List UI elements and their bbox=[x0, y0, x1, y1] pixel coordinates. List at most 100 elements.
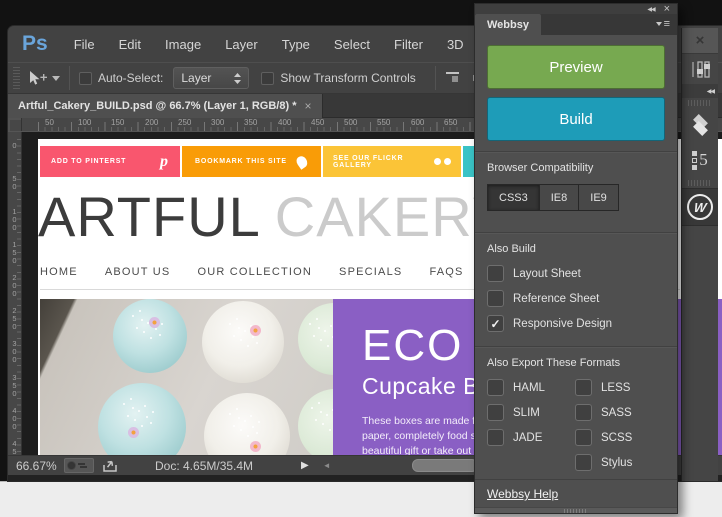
ruler-number: 550 bbox=[377, 118, 390, 127]
also-export-label: Also Export These Formats bbox=[487, 357, 665, 369]
ruler-number: 200 bbox=[145, 118, 158, 127]
menu-3d[interactable]: 3D bbox=[447, 37, 464, 52]
horizontal-scrollbar-thumb[interactable] bbox=[412, 459, 478, 472]
ie8-button[interactable]: IE8 bbox=[539, 184, 580, 211]
show-transform-label: Show Transform Controls bbox=[280, 71, 415, 85]
menu-type[interactable]: Type bbox=[282, 37, 310, 52]
document-tab-title: Artful_Cakery_BUILD.psd @ 66.7% (Layer 1… bbox=[18, 100, 296, 112]
ruler-number: 350 bbox=[10, 373, 19, 397]
updown-arrows-icon bbox=[234, 73, 241, 84]
haml-checkbox[interactable] bbox=[487, 379, 504, 396]
menu-layer[interactable]: Layer bbox=[225, 37, 258, 52]
status-play-icon[interactable]: ▶ bbox=[301, 460, 309, 471]
cupcake-photo bbox=[40, 299, 333, 455]
ruler-number: 150 bbox=[111, 118, 124, 127]
flickr-ribbon-button[interactable]: SEE OUR FLICKR GALLERY bbox=[323, 146, 461, 177]
webbsy-help-link[interactable]: Webbsy Help bbox=[487, 487, 558, 501]
auto-select-checkbox[interactable] bbox=[79, 72, 92, 85]
slim-checkbox[interactable] bbox=[487, 404, 504, 421]
bookmark-ribbon-button[interactable]: BOOKMARK THIS SITE bbox=[182, 146, 321, 177]
ribbon-label: ADD TO PINTERST bbox=[51, 158, 126, 165]
jade-checkbox[interactable] bbox=[487, 429, 504, 446]
zoom-level-field[interactable]: 66.67% bbox=[16, 459, 64, 473]
heading-artful: ARTFUL bbox=[38, 185, 261, 248]
menu-image[interactable]: Image bbox=[165, 37, 201, 52]
preview-button[interactable]: Preview bbox=[487, 45, 665, 89]
build-button[interactable]: Build bbox=[487, 97, 665, 141]
tool-preset-caret-icon[interactable] bbox=[52, 76, 60, 81]
flickr-dots-icon bbox=[434, 158, 451, 165]
cupcake-green bbox=[298, 303, 333, 375]
photoshop-logo: Ps bbox=[22, 32, 48, 56]
collapse-panels-icon[interactable]: ◀◀ bbox=[682, 84, 718, 98]
document-size-readout[interactable]: Doc: 4.65M/35.4M bbox=[155, 459, 253, 473]
menu-filter[interactable]: Filter bbox=[394, 37, 423, 52]
reference-sheet-checkbox[interactable] bbox=[487, 290, 504, 307]
panel-menu-icon[interactable]: ≡ bbox=[656, 19, 670, 29]
show-transform-checkbox[interactable] bbox=[261, 72, 274, 85]
document-close-icon[interactable]: × bbox=[304, 99, 311, 113]
nav-faqs: FAQS bbox=[429, 266, 463, 278]
dock-grip[interactable] bbox=[688, 100, 712, 106]
cupcake-green bbox=[298, 389, 333, 455]
ie9-button[interactable]: IE9 bbox=[578, 184, 619, 211]
stylus-checkbox[interactable] bbox=[575, 454, 592, 471]
ruler-number: 150 bbox=[10, 240, 19, 264]
separator bbox=[69, 66, 70, 90]
share-export-icon[interactable] bbox=[102, 459, 119, 473]
move-tool-icon[interactable] bbox=[28, 70, 60, 86]
panel-close-icon[interactable]: × bbox=[664, 4, 670, 14]
ruler-number: 300 bbox=[10, 339, 19, 363]
webbsy-tab[interactable]: Webbsy bbox=[475, 14, 541, 35]
less-row: LESS bbox=[575, 379, 632, 396]
jade-row: JADE bbox=[487, 429, 575, 446]
css3-button[interactable]: CSS3 bbox=[487, 184, 540, 211]
layout-sheet-checkbox[interactable] bbox=[487, 265, 504, 282]
ruler-number: 100 bbox=[10, 207, 19, 231]
nav-home: HOME bbox=[40, 266, 78, 278]
ruler-origin-box[interactable] bbox=[8, 118, 22, 132]
scss-checkbox[interactable] bbox=[575, 429, 592, 446]
document-tab[interactable]: Artful_Cakery_BUILD.psd @ 66.7% (Layer 1… bbox=[8, 94, 323, 118]
ruler-number: 100 bbox=[78, 118, 91, 127]
stylus-row: Stylus bbox=[575, 454, 632, 471]
webbsy-panel-slot[interactable]: W bbox=[682, 188, 718, 226]
properties-panel-icon[interactable] bbox=[682, 54, 718, 84]
dock-grip[interactable] bbox=[688, 180, 712, 186]
cupcake-white bbox=[204, 393, 290, 455]
ribbon-label: BOOKMARK THIS SITE bbox=[195, 158, 287, 165]
options-bar-grip[interactable] bbox=[13, 67, 20, 89]
align-top-edges-icon[interactable] bbox=[445, 71, 460, 85]
cupcake-blue bbox=[98, 383, 186, 455]
dropdown-value: Layer bbox=[181, 71, 211, 85]
panel-resize-grip[interactable] bbox=[475, 507, 677, 513]
menu-edit[interactable]: Edit bbox=[119, 37, 141, 52]
sass-row: SASS bbox=[575, 404, 632, 421]
ribbon-label: SEE OUR FLICKR GALLERY bbox=[333, 155, 434, 169]
haml-row: HAML bbox=[487, 379, 575, 396]
auto-select-target-dropdown[interactable]: Layer bbox=[173, 67, 249, 89]
menu-file[interactable]: File bbox=[74, 37, 95, 52]
webbsy-plugin-icon[interactable]: W bbox=[687, 194, 713, 220]
ruler-number: 400 bbox=[10, 406, 19, 430]
menu-select[interactable]: Select bbox=[334, 37, 370, 52]
history-panel-icon[interactable]: 5 bbox=[682, 142, 718, 178]
pinterest-ribbon-button[interactable]: ADD TO PINTERST p bbox=[40, 146, 180, 177]
vertical-ruler: 0 50 100 150 200 250 300 350 400 450 bbox=[8, 132, 22, 455]
sass-checkbox[interactable] bbox=[575, 404, 592, 421]
panel-dock: × ◀◀ 5 W bbox=[681, 28, 718, 481]
responsive-design-checkbox[interactable]: ✓ bbox=[487, 315, 504, 332]
layers-panel-icon[interactable] bbox=[682, 108, 718, 142]
less-checkbox[interactable] bbox=[575, 379, 592, 396]
divider bbox=[475, 151, 677, 152]
slim-row: SLIM bbox=[487, 404, 575, 421]
responsive-design-row: ✓ Responsive Design bbox=[487, 315, 665, 332]
panel-collapse-icon[interactable]: ◀◀ bbox=[647, 6, 654, 13]
dock-close-icon[interactable]: × bbox=[696, 32, 705, 49]
nav-about: ABOUT US bbox=[105, 266, 171, 278]
site-heading: ARTFULCAKERY bbox=[38, 187, 510, 247]
auto-select-label: Auto-Select: bbox=[98, 71, 163, 85]
mini-bridge-icon[interactable] bbox=[64, 458, 94, 473]
ruler-number: 400 bbox=[278, 118, 291, 127]
status-back-icon[interactable]: ◄ bbox=[323, 461, 331, 470]
